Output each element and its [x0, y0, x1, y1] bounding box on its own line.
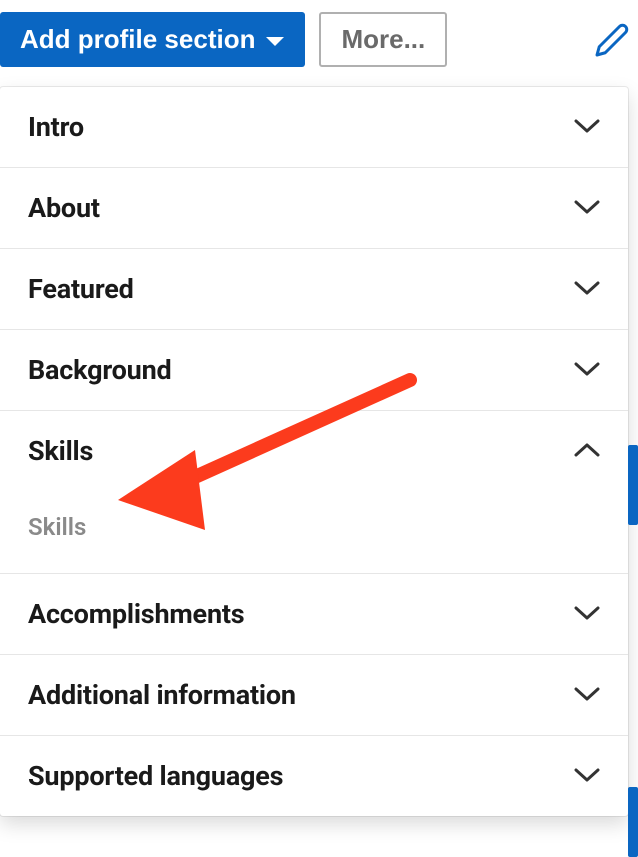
chevron-down-icon [574, 118, 600, 137]
section-accomplishments[interactable]: Accomplishments [0, 574, 628, 655]
add-profile-section-label: Add profile section [20, 24, 255, 55]
section-label: Background [28, 354, 172, 386]
chevron-down-icon [574, 199, 600, 218]
chevron-down-icon [574, 686, 600, 705]
section-intro[interactable]: Intro [0, 87, 628, 168]
chevron-down-icon [574, 767, 600, 786]
profile-section-dropdown: Intro About Featured Background Skills S… [0, 87, 628, 816]
section-label: Skills [28, 435, 93, 467]
section-background[interactable]: Background [0, 330, 628, 411]
section-additional-information[interactable]: Additional information [0, 655, 628, 736]
edit-pencil-icon[interactable] [594, 22, 638, 58]
section-skills[interactable]: Skills [0, 411, 628, 491]
caret-down-icon [265, 24, 285, 55]
section-label: Featured [28, 273, 134, 305]
chevron-down-icon [574, 280, 600, 299]
section-label: Supported languages [28, 760, 283, 792]
section-featured[interactable]: Featured [0, 249, 628, 330]
scroll-indicator [628, 445, 638, 525]
toolbar: Add profile section More... [0, 0, 638, 79]
add-profile-section-button[interactable]: Add profile section [0, 12, 305, 67]
chevron-up-icon [574, 442, 600, 461]
section-about[interactable]: About [0, 168, 628, 249]
subitem-skills[interactable]: Skills [0, 491, 628, 574]
section-label: About [28, 192, 100, 224]
subitem-label: Skills [28, 513, 86, 541]
chevron-down-icon [574, 605, 600, 624]
scroll-indicator [628, 787, 638, 857]
more-button[interactable]: More... [319, 12, 447, 67]
section-label: Intro [28, 111, 84, 143]
section-label: Accomplishments [28, 598, 244, 630]
section-label: Additional information [28, 679, 296, 711]
chevron-down-icon [574, 361, 600, 380]
section-supported-languages[interactable]: Supported languages [0, 736, 628, 816]
more-label: More... [341, 24, 425, 54]
